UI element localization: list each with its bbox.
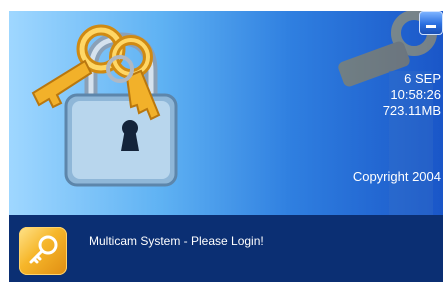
copyright-text: Copyright 2004 xyxy=(352,169,441,184)
date-text: 6 SEP xyxy=(404,71,441,86)
time-text: 10:58:26 xyxy=(390,87,441,102)
minimize-icon xyxy=(426,25,436,28)
login-message: Multicam System - Please Login! xyxy=(89,234,264,248)
login-window: 6 SEP 10:58:26 723.11MB Copyright 2004 M… xyxy=(9,11,443,282)
hero-banner: 6 SEP 10:58:26 723.11MB Copyright 2004 xyxy=(9,11,443,215)
minimize-button[interactable] xyxy=(419,11,443,35)
status-info: 6 SEP 10:58:26 723.11MB xyxy=(383,71,441,119)
key-icon xyxy=(29,235,58,264)
login-key-button[interactable] xyxy=(19,227,67,275)
padlock-with-keys-icon xyxy=(31,11,437,215)
memory-text: 723.11MB xyxy=(382,103,441,118)
login-footer: Multicam System - Please Login! xyxy=(9,215,443,282)
